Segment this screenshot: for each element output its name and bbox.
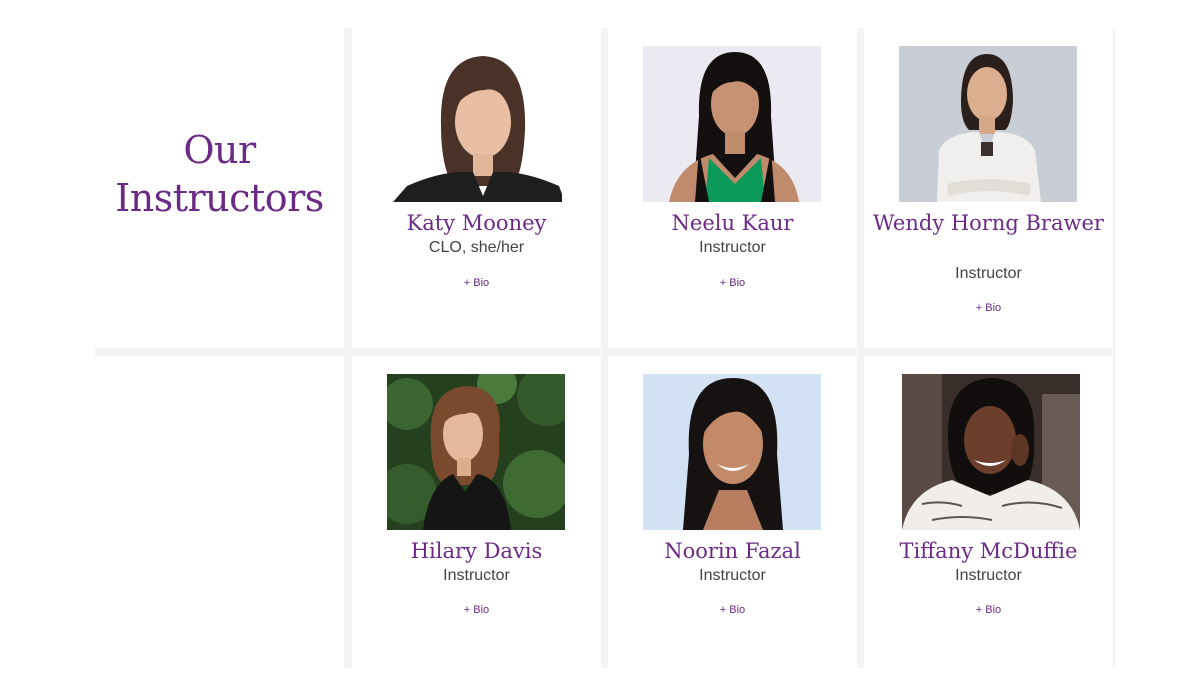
instructor-role: Instructor <box>699 567 766 584</box>
section-title: Our Instructors <box>95 126 344 222</box>
instructor-card: Noorin Fazal Instructor + Bio <box>608 356 857 668</box>
bio-toggle-link[interactable]: + Bio <box>352 276 601 290</box>
instructor-name: Katy Mooney <box>406 211 547 235</box>
instructor-photo <box>902 374 1080 530</box>
instructor-photo <box>899 46 1077 202</box>
instructor-photo-image <box>643 46 821 202</box>
instructor-card: Hilary Davis Instructor + Bio <box>352 356 601 668</box>
instructor-photo-image <box>387 374 565 530</box>
empty-card <box>95 356 344 668</box>
instructor-photo-image <box>393 46 562 202</box>
instructor-name: Hilary Davis <box>410 539 543 563</box>
bio-toggle-link[interactable]: + Bio <box>864 301 1113 315</box>
instructor-photo-image <box>643 374 821 530</box>
instructor-card: Katy Mooney CLO, she/her + Bio <box>352 28 601 348</box>
instructor-photo <box>643 374 821 530</box>
instructor-photo <box>390 46 562 202</box>
instructor-role: Instructor <box>443 567 510 584</box>
bio-toggle-link[interactable]: + Bio <box>864 603 1113 617</box>
instructor-photo-image <box>902 374 1080 530</box>
instructor-role: Instructor <box>955 567 1022 584</box>
instructor-photo <box>643 46 821 202</box>
instructor-card: Tiffany McDuffie Instructor + Bio <box>864 356 1113 668</box>
instructor-role: Instructor <box>955 265 1022 282</box>
instructor-name: Wendy Horng Brawer <box>873 211 1104 235</box>
section-title-line1: Our <box>183 128 256 172</box>
bio-toggle-link[interactable]: + Bio <box>608 603 857 617</box>
instructors-grid: Our Instructors Katy Mooney CLO, she/her… <box>95 28 1115 668</box>
instructor-photo <box>387 374 565 530</box>
section-title-line2: Instructors <box>115 176 324 220</box>
instructor-card: Neelu Kaur Instructor + Bio <box>608 28 857 348</box>
instructor-name: Neelu Kaur <box>671 211 794 235</box>
bio-toggle-link[interactable]: + Bio <box>608 276 857 290</box>
instructor-name: Tiffany McDuffie <box>899 539 1078 563</box>
section-title-card: Our Instructors <box>95 28 344 348</box>
instructor-name: Noorin Fazal <box>664 539 801 563</box>
instructor-role: Instructor <box>699 239 766 256</box>
bio-toggle-link[interactable]: + Bio <box>352 603 601 617</box>
instructor-card: Wendy Horng Brawer Instructor + Bio <box>864 28 1113 348</box>
instructor-role: CLO, she/her <box>428 239 525 256</box>
instructor-photo-image <box>899 46 1077 202</box>
